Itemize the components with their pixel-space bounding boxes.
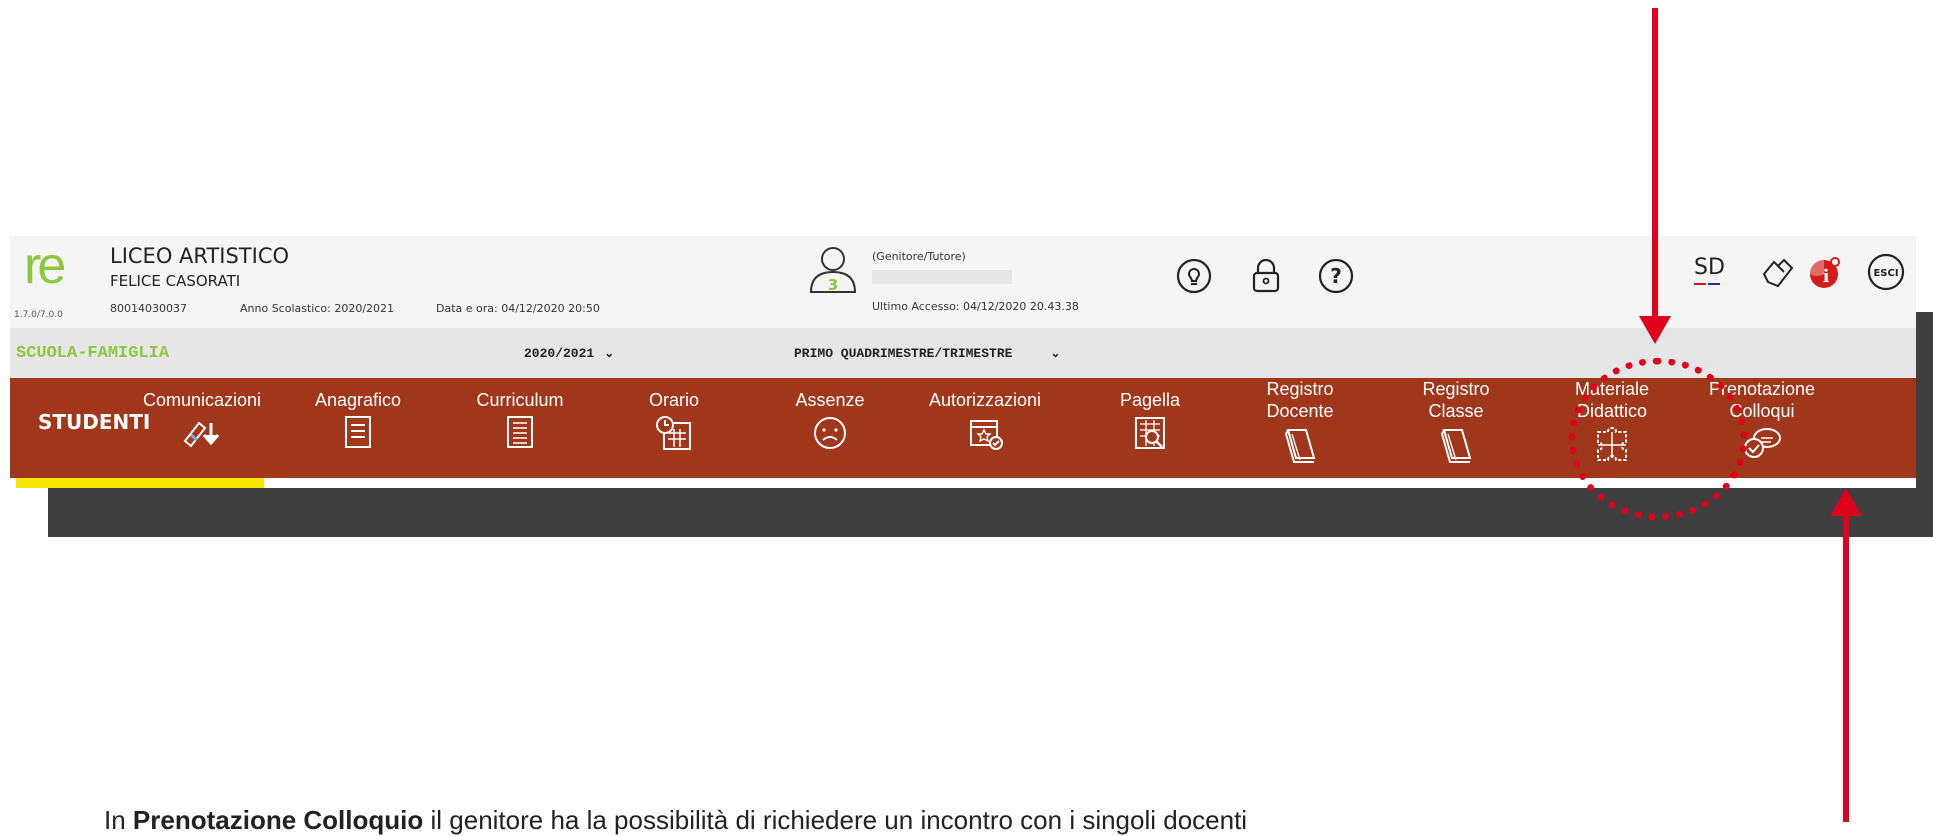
annotation-arrow-top-shaft [1652, 8, 1658, 324]
calendar-check-icon [910, 415, 1060, 451]
book-icon [1225, 426, 1375, 464]
nav-item-label: Pagella [1119, 390, 1181, 410]
sd-icon[interactable]: SD [1690, 252, 1738, 292]
year-select[interactable]: 2020/2021 ⌄ [524, 346, 614, 361]
lock-icon[interactable] [1248, 258, 1284, 294]
calendar-clock-icon [599, 415, 749, 451]
book-icon [1381, 426, 1531, 464]
period-select-value: PRIMO QUADRIMESTRE/TRIMESTRE [794, 346, 1013, 361]
school-name: FELICE CASORATI [110, 272, 241, 290]
active-tab-indicator [16, 478, 264, 488]
sad-face-icon [755, 415, 905, 451]
caption-bold: Prenotazione Colloquio [132, 805, 424, 835]
nav-item-label: Comunicazioni [142, 390, 262, 410]
user-avatar-icon[interactable]: 3 [806, 242, 860, 296]
exit-icon[interactable]: ESCI [1866, 252, 1906, 292]
nav-item-label: Anagrafico [314, 390, 402, 410]
sd-label: SD [1694, 255, 1725, 280]
school-type: LICEO ARTISTICO [110, 244, 290, 268]
hand-icon[interactable] [1758, 252, 1798, 292]
nav-item-label: Autorizzazioni [928, 390, 1042, 410]
period-select[interactable]: PRIMO QUADRIMESTRE/TRIMESTRE ⌄ [794, 346, 1061, 361]
annotation-highlight-circle [1569, 358, 1747, 520]
caption-text: In Prenotazione Colloquio il genitore ha… [104, 805, 1247, 836]
svg-text:i: i [1823, 266, 1830, 287]
annotation-arrow-top-head [1639, 316, 1671, 344]
caption-rest: il genitore ha la possibilità di richied… [430, 805, 1248, 835]
annotation-arrow-bottom-shaft [1843, 514, 1849, 822]
school-year: Anno Scolastico: 2020/2021 [240, 302, 395, 315]
user-name-redacted [872, 270, 1012, 284]
document-icon [283, 415, 433, 449]
avatar-badge: 3 [828, 276, 838, 294]
re-logo: re [24, 237, 66, 295]
annotation-arrow-bottom-head [1830, 488, 1862, 516]
caption-prefix: In [104, 805, 126, 835]
header: re 1.7.0/7.0.0 LICEO ARTISTICO FELICE CA… [10, 236, 1916, 328]
nav-item-autorizzazioni[interactable]: Autorizzazioni [910, 389, 1060, 451]
exit-label: ESCI [1873, 268, 1898, 279]
nav-item-registro-docente[interactable]: Registro Docente [1225, 378, 1375, 464]
info-icon[interactable]: i [1806, 252, 1846, 292]
nav-item-registro-classe[interactable]: Registro Classe [1381, 378, 1531, 464]
current-datetime: Data e ora: 04/12/2020 20:50 [436, 302, 600, 315]
diploma-download-icon [127, 415, 277, 449]
chevron-down-icon: ⌄ [1050, 347, 1061, 361]
nav-item-curriculum[interactable]: Curriculum [445, 389, 595, 449]
school-code: 80014030037 [110, 302, 187, 315]
report-card-icon [1075, 415, 1225, 451]
section-title: SCUOLA-FAMIGLIA [16, 344, 170, 363]
svg-text:?: ? [1330, 264, 1342, 288]
lightbulb-icon[interactable] [1176, 258, 1212, 294]
nav-item-label: Assenze [795, 390, 865, 410]
user-role: (Genitore/Tutore) [872, 250, 966, 263]
nav-item-label: Curriculum [476, 390, 564, 410]
nav-item-comunicazioni[interactable]: Comunicazioni [127, 389, 277, 449]
year-select-value: 2020/2021 [524, 346, 595, 361]
nav-item-label: Registro Classe [1422, 379, 1490, 421]
nav-item-anagrafico[interactable]: Anagrafico [283, 389, 433, 449]
nav-item-pagella[interactable]: Pagella [1075, 389, 1225, 451]
nav-item-assenze[interactable]: Assenze [755, 389, 905, 451]
chevron-down-icon: ⌄ [604, 347, 615, 361]
nav-item-orario[interactable]: Orario [599, 389, 749, 451]
version-label: 1.7.0/7.0.0 [14, 310, 63, 320]
nav-item-label: Registro Docente [1266, 379, 1334, 421]
document-list-icon [445, 415, 595, 449]
help-icon[interactable]: ? [1318, 258, 1354, 294]
last-access: Ultimo Accesso: 04/12/2020 20.43.38 [872, 300, 1079, 313]
nav-item-label: Orario [648, 390, 699, 410]
